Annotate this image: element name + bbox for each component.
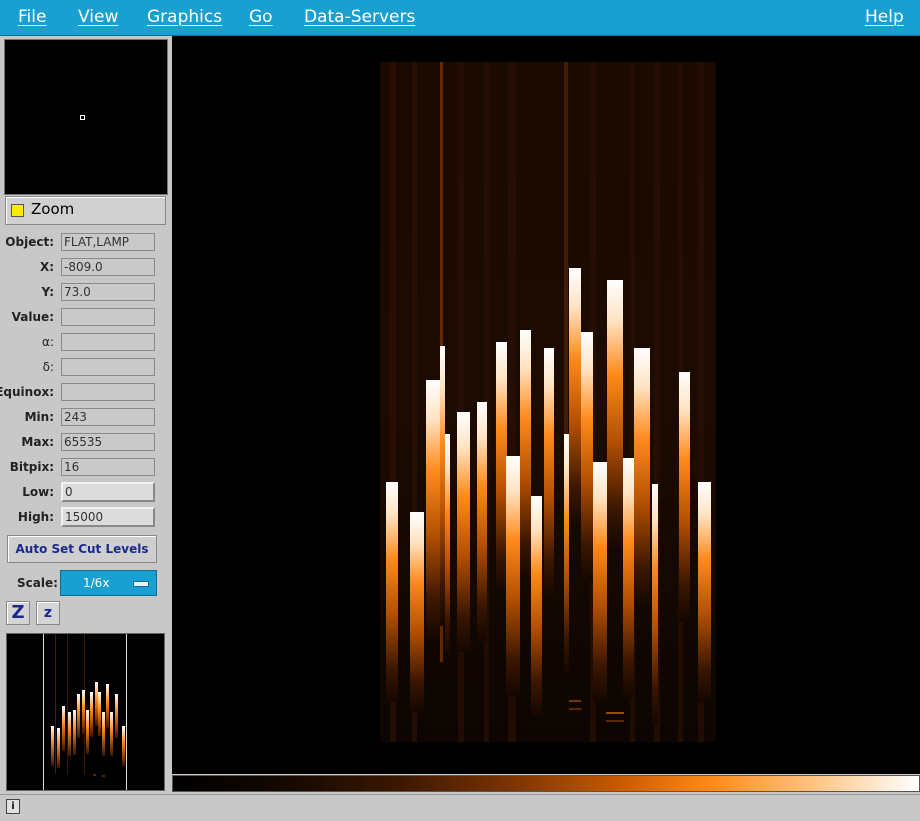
equinox-label: Equinox: <box>0 385 54 399</box>
zoom-in-button[interactable]: Z <box>6 601 30 625</box>
info-row-object: Object: FLAT,LAMP <box>0 233 171 253</box>
auto-set-cut-levels-button[interactable]: Auto Set Cut Levels <box>7 535 157 563</box>
value-field <box>61 308 155 326</box>
info-row-max: Max: 65535 <box>0 433 171 453</box>
image-display[interactable] <box>172 36 920 774</box>
zoom-check-indicator <box>11 204 24 217</box>
info-row-equinox: Equinox: <box>0 383 171 403</box>
object-field: FLAT,LAMP <box>61 233 155 251</box>
delta-label: δ: <box>42 360 54 374</box>
zoom-toggle-button[interactable]: Zoom <box>5 196 166 225</box>
info-row-bitpix: Bitpix: 16 <box>0 458 171 478</box>
spectral-image <box>380 62 716 742</box>
zoom-out-button[interactable]: z <box>36 601 60 625</box>
info-icon[interactable]: i <box>6 799 20 814</box>
menu-view[interactable]: View <box>78 7 118 27</box>
menu-file[interactable]: File <box>18 7 46 27</box>
info-row-min: Min: 243 <box>0 408 171 428</box>
control-panel: Zoom Object: FLAT,LAMP X: -809.0 Y: 73.0… <box>0 36 171 794</box>
high-label: High: <box>17 510 54 524</box>
bitpix-field: 16 <box>61 458 155 476</box>
min-field: 243 <box>61 408 155 426</box>
high-cut-input[interactable]: 15000 <box>61 507 155 527</box>
menu-bar: File View Graphics Go Data-Servers Help <box>0 0 920 36</box>
bitpix-label: Bitpix: <box>9 460 54 474</box>
status-bar: i <box>0 794 920 821</box>
y-field: 73.0 <box>61 283 155 301</box>
alpha-label: α: <box>42 335 54 349</box>
info-row-low: Low: 0 <box>0 482 171 503</box>
scale-label: Scale: <box>17 576 58 590</box>
info-row-alpha: α: <box>0 333 171 353</box>
info-row-delta: δ: <box>0 358 171 378</box>
object-label: Object: <box>5 235 54 249</box>
y-label: Y: <box>41 285 54 299</box>
zoom-view[interactable] <box>4 39 168 195</box>
min-label: Min: <box>24 410 54 424</box>
menu-go[interactable]: Go <box>249 7 273 27</box>
menu-help[interactable]: Help <box>865 7 904 27</box>
x-field: -809.0 <box>61 258 155 276</box>
info-row-x: X: -809.0 <box>0 258 171 278</box>
dropdown-indicator-icon <box>133 581 149 587</box>
zoom-label: Zoom <box>31 200 75 218</box>
low-label: Low: <box>22 485 54 499</box>
info-row-high: High: 15000 <box>0 507 171 528</box>
menu-graphics[interactable]: Graphics <box>147 7 222 27</box>
panner-image <box>51 634 125 777</box>
menu-data-servers[interactable]: Data-Servers <box>304 7 415 27</box>
max-label: Max: <box>21 435 54 449</box>
info-row-value: Value: <box>0 308 171 328</box>
scale-value: 1/6x <box>83 576 110 590</box>
equinox-field <box>61 383 155 401</box>
x-label: X: <box>39 260 54 274</box>
colorbar <box>172 775 920 792</box>
delta-field <box>61 358 155 376</box>
alpha-field <box>61 333 155 351</box>
low-cut-input[interactable]: 0 <box>61 482 155 502</box>
panner-thumbnail[interactable] <box>6 633 165 791</box>
scale-dropdown[interactable]: 1/6x <box>60 570 157 596</box>
max-field: 65535 <box>61 433 155 451</box>
zoom-cursor-marker <box>80 115 85 120</box>
value-label: Value: <box>11 310 54 324</box>
info-row-y: Y: 73.0 <box>0 283 171 303</box>
